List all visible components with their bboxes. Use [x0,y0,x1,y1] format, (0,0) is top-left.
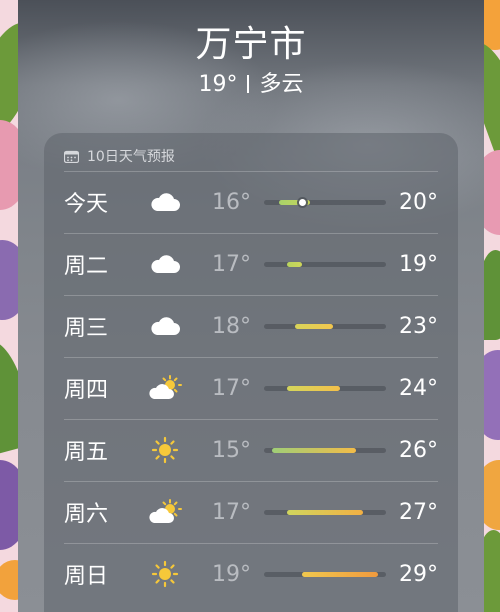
forecast-row[interactable]: 周三 18° 23° [64,295,438,357]
forecast-row[interactable]: 周五 15° 26° [64,419,438,481]
location-header: 万宁市 19° 多云 [18,22,484,100]
sun-behind-cloud-icon [148,374,182,402]
temperature-range-bar [264,509,386,515]
temperature-range-bar [264,323,386,329]
day-label: 周日 [64,564,109,589]
temperature-range-fill [286,509,364,515]
low-temperature: 17° [212,375,251,401]
temperature-range-bar [264,385,386,391]
day-label: 周五 [64,440,109,465]
sun-icon [148,436,182,464]
forecast-row[interactable]: 周二 17° 19° [64,233,438,295]
temperature-range-fill [286,385,341,391]
cloud-icon [148,188,182,216]
forecast-row[interactable]: 周四 17° 24° [64,357,438,419]
current-condition: 多云 [259,72,304,97]
current-temperature-dot [298,198,306,206]
current-summary: 19° 多云 [18,70,484,100]
temperature-range-bar [264,571,386,577]
high-temperature: 26° [399,437,438,463]
ten-day-forecast-card[interactable]: 10日天气预报 今天 16° 20° 周二 17° 19° 周三 18° 23° 周四 17° 24°… [44,133,458,612]
temperature-range-fill [286,261,303,267]
cloud-icon [148,250,182,278]
calendar-icon [64,150,79,163]
weather-screen: 万宁市 19° 多云 10日天气预报 今天 16° 20° 周二 17° 19° 周三 18° 2… [18,0,484,612]
day-label: 周四 [64,378,109,403]
low-temperature: 15° [212,437,251,463]
day-label: 周六 [64,502,109,527]
low-temperature: 17° [212,251,251,277]
temperature-range-bar [264,447,386,453]
sun-icon [148,560,182,588]
low-temperature: 18° [212,313,251,339]
high-temperature: 29° [399,561,438,587]
high-temperature: 23° [399,313,438,339]
day-label: 周二 [64,254,109,279]
forecast-row[interactable]: 今天 16° 20° [64,171,438,233]
sun-behind-cloud-icon [148,498,182,526]
forecast-title: 10日天气预报 [87,149,175,165]
high-temperature: 20° [399,189,438,215]
high-temperature: 27° [399,499,438,525]
high-temperature: 24° [399,375,438,401]
day-label: 周三 [64,316,109,341]
high-temperature: 19° [399,251,438,277]
current-temperature: 19° [198,72,238,97]
separator [247,75,250,93]
forecast-row[interactable]: 周六 17° 27° [64,481,438,543]
forecast-header: 10日天气预报 [64,146,175,166]
day-label: 今天 [64,192,109,217]
cloud-icon [148,312,182,340]
low-temperature: 17° [212,499,251,525]
forecast-row[interactable]: 周日 19° 29° [64,543,438,605]
temperature-range-fill [294,323,333,329]
temperature-range-bar [264,198,386,206]
low-temperature: 16° [212,189,251,215]
temperature-range-bar [264,261,386,267]
city-name: 万宁市 [195,24,307,65]
temperature-range-fill [302,571,379,577]
temperature-range-fill [271,447,356,453]
low-temperature: 19° [212,561,251,587]
